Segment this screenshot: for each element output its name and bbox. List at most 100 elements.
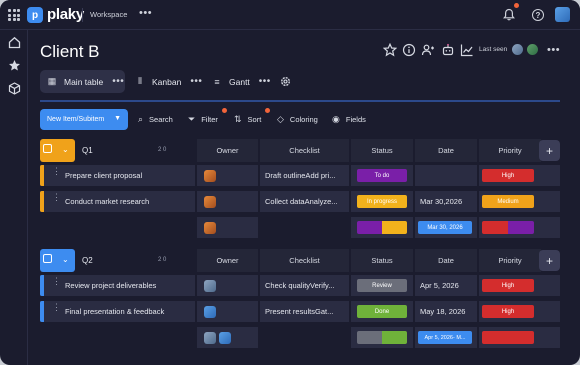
group-toggle[interactable]: ⌄	[40, 249, 75, 272]
checkbox-icon[interactable]	[43, 144, 52, 153]
logo-icon: p	[27, 7, 43, 23]
column-priority[interactable]: Priority	[479, 249, 541, 272]
table-row[interactable]: ⋮ Prepare client proposal Draft outlineA…	[40, 165, 560, 186]
plus-icon[interactable]: +	[539, 250, 560, 271]
workspace-label[interactable]: Workspace	[90, 10, 127, 19]
drag-handle-icon[interactable]: ⋮	[52, 303, 61, 312]
users-icon[interactable]	[421, 43, 435, 57]
item-name-cell[interactable]: ⋮ Final presentation & feedback	[40, 301, 195, 322]
avatar	[204, 169, 216, 182]
checklist-text: Present resultsGat...	[265, 307, 334, 316]
drag-handle-icon[interactable]: ⋮	[52, 167, 61, 176]
group-color-stripe	[40, 275, 44, 296]
fields-button[interactable]: ◉ Fields	[332, 114, 366, 125]
column-checklist[interactable]: Checklist	[260, 249, 349, 272]
group-header-q2: ⌄ Q2 2 0 Owner Checklist Status Date Pri…	[40, 249, 560, 272]
checklist-cell[interactable]: Collect dataAnalyze...	[260, 191, 349, 212]
column-status[interactable]: Status	[351, 139, 413, 162]
search-button[interactable]: ⌕ Search	[138, 114, 173, 125]
group-color-stripe	[40, 301, 44, 322]
column-owner[interactable]: Owner	[197, 249, 258, 272]
status-cell[interactable]: Done	[351, 301, 413, 322]
status-cell[interactable]: In progress	[351, 191, 413, 212]
column-priority[interactable]: Priority	[479, 139, 541, 162]
status-cell[interactable]: Review	[351, 275, 413, 296]
checklist-cell[interactable]: Present resultsGat...	[260, 301, 349, 322]
info-icon[interactable]	[402, 43, 416, 57]
item-name-cell[interactable]: ⋮ Review project deliverables	[40, 275, 195, 296]
date-summary: Apr 5, 2026- M...	[415, 327, 477, 348]
tab-kanban[interactable]: ⫴ Kanban •••	[134, 70, 214, 93]
item-name: Review project deliverables	[65, 281, 157, 290]
help-icon[interactable]: ?	[532, 9, 544, 21]
item-name-cell[interactable]: ⋮ Prepare client proposal	[40, 165, 195, 186]
filter-button[interactable]: ⏷ Filter	[188, 114, 218, 125]
status-badge: Review	[357, 279, 407, 292]
plus-icon[interactable]: +	[539, 140, 560, 161]
tab-menu-icon[interactable]: •••	[112, 76, 124, 87]
date-cell[interactable]: Mar 30,2026	[415, 191, 477, 212]
drag-handle-icon[interactable]: ⋮	[52, 277, 61, 286]
eye-icon: ◉	[332, 114, 340, 124]
checklist-cell[interactable]: Check qualityVerify...	[260, 275, 349, 296]
date-cell[interactable]	[415, 165, 477, 186]
gear-icon[interactable]	[280, 76, 291, 87]
status-cell[interactable]: To do	[351, 165, 413, 186]
checklist-text: Draft outlineAdd pri...	[265, 171, 336, 180]
new-item-button[interactable]: New Item/Subitem ▼	[40, 109, 128, 130]
tab-underline	[40, 100, 560, 102]
table-row[interactable]: ⋮ Conduct market research Collect dataAn…	[40, 191, 560, 212]
priority-cell[interactable]: Medium	[479, 191, 541, 212]
chart-icon[interactable]	[460, 43, 474, 57]
tab-label: Gantt	[229, 76, 250, 87]
bell-icon[interactable]	[503, 8, 515, 21]
owner-cell[interactable]	[197, 301, 258, 322]
sort-button[interactable]: ⇅ Sort	[234, 114, 261, 125]
group-name[interactable]: Q2	[82, 256, 93, 265]
priority-bar-segment	[508, 221, 534, 234]
tab-gantt[interactable]: ≡ Gantt •••	[211, 70, 281, 93]
item-name: Final presentation & feedback	[65, 307, 165, 316]
date-cell[interactable]: Apr 5, 2026	[415, 275, 477, 296]
star-icon[interactable]	[8, 59, 21, 72]
tab-menu-icon[interactable]: •••	[259, 76, 271, 87]
cube-icon[interactable]	[8, 82, 21, 95]
avatar[interactable]	[526, 43, 539, 56]
status-summary	[351, 327, 413, 348]
star-outline-icon[interactable]	[383, 43, 397, 57]
owner-cell[interactable]	[197, 191, 258, 212]
column-date[interactable]: Date	[415, 249, 477, 272]
group-header-q1: ⌄ Q1 2 0 Owner Checklist Status Date Pri…	[40, 139, 560, 162]
tab-main-table[interactable]: ▦ Main table •••	[40, 70, 125, 93]
checkbox-icon[interactable]	[43, 254, 52, 263]
robot-icon[interactable]	[441, 43, 455, 57]
column-date[interactable]: Date	[415, 139, 477, 162]
checklist-text: Check qualityVerify...	[265, 281, 335, 290]
group-toggle[interactable]: ⌄	[40, 139, 75, 162]
column-status[interactable]: Status	[351, 249, 413, 272]
checklist-cell[interactable]: Draft outlineAdd pri...	[260, 165, 349, 186]
workspace-menu-icon[interactable]: •••	[139, 7, 152, 19]
home-icon[interactable]	[8, 36, 21, 49]
more-menu-icon[interactable]: •••	[547, 44, 560, 56]
chevron-down-icon: ▼	[114, 115, 121, 122]
column-checklist[interactable]: Checklist	[260, 139, 349, 162]
user-avatar[interactable]	[555, 7, 570, 22]
item-name-cell[interactable]: ⋮ Conduct market research	[40, 191, 195, 212]
drag-handle-icon[interactable]: ⋮	[52, 193, 61, 202]
owner-cell[interactable]	[197, 275, 258, 296]
group-name[interactable]: Q1	[82, 146, 93, 155]
owner-cell[interactable]	[197, 165, 258, 186]
date-cell[interactable]: May 18, 2026	[415, 301, 477, 322]
priority-cell[interactable]: High	[479, 165, 541, 186]
coloring-button[interactable]: ◇ Coloring	[277, 114, 318, 125]
table-row[interactable]: ⋮ Review project deliverables Check qual…	[40, 275, 560, 296]
notification-dot	[514, 3, 519, 8]
apps-grid-icon[interactable]	[8, 9, 20, 21]
priority-cell[interactable]: High	[479, 275, 541, 296]
priority-cell[interactable]: High	[479, 301, 541, 322]
column-owner[interactable]: Owner	[197, 139, 258, 162]
tab-menu-icon[interactable]: •••	[190, 76, 202, 87]
table-row[interactable]: ⋮ Final presentation & feedback Present …	[40, 301, 560, 322]
avatar[interactable]	[511, 43, 524, 56]
